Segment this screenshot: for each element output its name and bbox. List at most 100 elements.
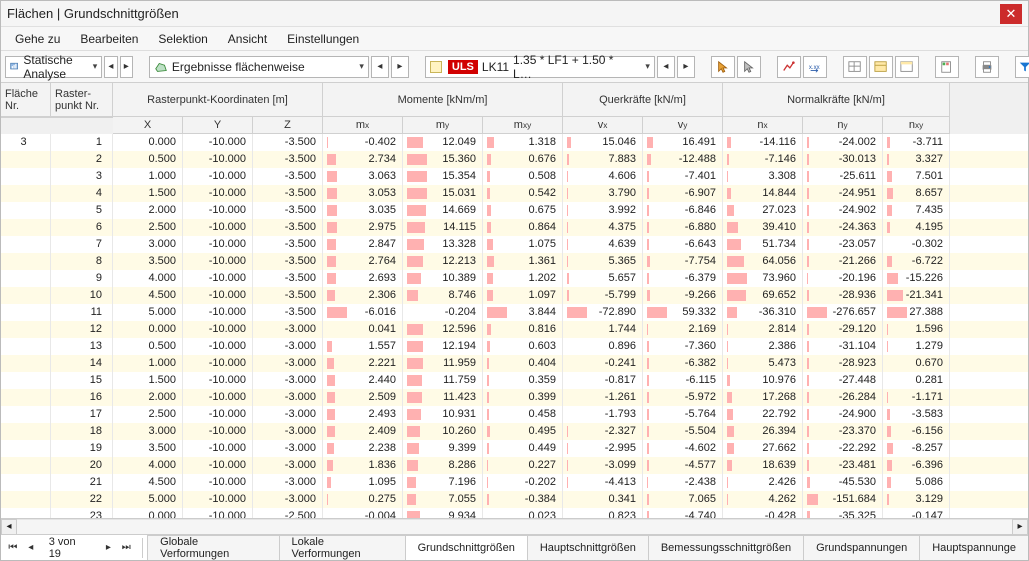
combo-next-button[interactable]: ▸ [677,56,695,78]
cell-x: 3.000 [113,423,183,440]
table-row[interactable]: 20.500-10.000-3.5002.73415.3600.6767.883… [1,151,1028,168]
table-row[interactable]: 62.500-10.000-3.5002.97514.1150.8644.375… [1,219,1028,236]
results-mode-label: Ergebnisse flächenweise [172,60,305,74]
col-mx[interactable]: mx [323,117,403,134]
table-row[interactable]: 94.000-10.000-3.5002.69310.3891.2025.657… [1,270,1028,287]
table-row[interactable]: 41.500-10.000-3.5003.05315.0310.5423.790… [1,185,1028,202]
table-row[interactable]: 73.000-10.000-3.5002.84713.3281.0754.639… [1,236,1028,253]
col-vy[interactable]: vy [643,117,723,134]
table-layout-b-button[interactable] [869,56,893,78]
col-flaeche-nr[interactable]: Fläche Nr. [1,83,51,117]
table-row[interactable]: 172.500-10.000-3.0002.49310.9310.458-1.7… [1,406,1028,423]
scroll-right-button[interactable]: ▸ [1012,519,1028,535]
col-z[interactable]: Z [253,117,323,134]
col-mxy[interactable]: mxy [483,117,563,134]
results-mode-dropdown[interactable]: Ergebnisse flächenweise ▾ [149,56,369,78]
menu-settings[interactable]: Einstellungen [277,29,369,49]
scroll-track[interactable] [17,519,1012,535]
menu-view[interactable]: Ansicht [218,29,277,49]
tab-grundschnittgrößen[interactable]: Grundschnittgrößen [405,535,528,560]
close-button[interactable]: ✕ [1000,4,1022,24]
filter-button[interactable]: ▾ [1015,56,1029,78]
tab-hauptspannunge[interactable]: Hauptspannunge [919,535,1028,560]
analysis-mode-dropdown[interactable]: Statische Analyse ▾ [5,56,102,78]
table-row[interactable]: 162.000-10.000-3.0002.50911.4230.399-1.2… [1,389,1028,406]
cell-mxy: 1.097 [483,287,563,304]
colgroup-raster[interactable]: Rasterpunkt-Koordinaten [m] [113,83,323,117]
pick-tool-button[interactable] [737,56,761,78]
horizontal-scrollbar[interactable]: ◂ ▸ [1,518,1028,534]
cell-my: -0.204 [403,304,483,321]
table-row[interactable]: 52.000-10.000-3.5003.03514.6690.6753.992… [1,202,1028,219]
tab-lokale-verformungen[interactable]: Lokale Verformungen [279,535,406,560]
cell-nx: -14.116 [723,134,803,151]
grid-body[interactable]: 310.000-10.000-3.500-0.40212.0491.31815.… [1,134,1028,518]
combo-prev-button[interactable]: ◂ [657,56,675,78]
col-my[interactable]: my [403,117,483,134]
nav-first-button[interactable]: ⏮ [5,539,21,557]
table-row[interactable]: 104.500-10.000-3.5002.3068.7461.097-5.79… [1,287,1028,304]
nav-last-button[interactable]: ⏭ [118,539,134,557]
table-row[interactable]: 83.500-10.000-3.5002.76412.2131.3615.365… [1,253,1028,270]
tab-hauptschnittgrößen[interactable]: Hauptschnittgrößen [527,535,649,560]
table-row[interactable]: 193.500-10.000-3.0002.2389.3990.449-2.99… [1,440,1028,457]
table-row[interactable]: 31.000-10.000-3.5003.06315.3540.5084.606… [1,168,1028,185]
tab-bemessungsschnittgrößen[interactable]: Bemessungsschnittgrößen [648,535,804,560]
table-row[interactable]: 115.000-10.000-3.500-6.016-0.2043.844-72… [1,304,1028,321]
scroll-left-button[interactable]: ◂ [1,519,17,535]
table-row[interactable]: 230.000-10.000-2.500-0.0049.9340.0230.82… [1,508,1028,518]
cell-raster-nr: 13 [51,338,113,355]
tab-globale-verformungen[interactable]: Globale Verformungen [147,535,279,560]
print-button[interactable] [975,56,999,78]
nav-next-button[interactable]: ▸ [100,539,116,557]
decimals-button[interactable]: x.xx [803,56,827,78]
colgroup-momente[interactable]: Momente [kNm/m] [323,83,563,117]
table-row[interactable]: 225.000-10.000-3.0000.2757.055-0.3840.34… [1,491,1028,508]
cell-mx: 2.409 [323,423,403,440]
cell-x: 1.000 [113,168,183,185]
col-ny[interactable]: ny [803,117,883,134]
colgroup-normalkraefte[interactable]: Normalkräfte [kN/m] [723,83,950,117]
col-nx[interactable]: nx [723,117,803,134]
menu-selection[interactable]: Selektion [148,29,217,49]
load-combo-dropdown[interactable]: ULS LK11 1.35 * LF1 + 1.50 * L… ▾ [425,56,655,78]
cell-z: -3.500 [253,287,323,304]
analysis-next-button[interactable]: ▸ [120,56,133,78]
menu-goto[interactable]: Gehe zu [5,29,70,49]
cell-ny: -24.363 [803,219,883,236]
cell-z: -3.000 [253,491,323,508]
col-y[interactable]: Y [183,117,253,134]
select-tool-button[interactable] [711,56,735,78]
cell-z: -3.000 [253,406,323,423]
graphic-view-button[interactable] [777,56,801,78]
col-vx[interactable]: vx [563,117,643,134]
cell-x: 4.500 [113,287,183,304]
table-row[interactable]: 130.500-10.000-3.0001.55712.1940.6030.89… [1,338,1028,355]
menu-edit[interactable]: Bearbeiten [70,29,148,49]
results-prev-button[interactable]: ◂ [371,56,389,78]
results-next-button[interactable]: ▸ [391,56,409,78]
cell-my: 8.286 [403,457,483,474]
table-layout-a-button[interactable] [843,56,867,78]
export-button[interactable] [935,56,959,78]
table-row[interactable]: 151.500-10.000-3.0002.44011.7590.359-0.8… [1,372,1028,389]
tab-grundspannungen[interactable]: Grundspannungen [803,535,920,560]
table-row[interactable]: 214.500-10.000-3.0001.0957.196-0.202-4.4… [1,474,1028,491]
cell-nx: 64.056 [723,253,803,270]
cell-vx: 7.883 [563,151,643,168]
table-row[interactable]: 310.000-10.000-3.500-0.40212.0491.31815.… [1,134,1028,151]
table-row[interactable]: 204.000-10.000-3.0001.8368.2860.227-3.09… [1,457,1028,474]
table-row[interactable]: 141.000-10.000-3.0002.22111.9590.404-0.2… [1,355,1028,372]
col-raster-nr[interactable]: Raster- punkt Nr. [51,83,113,117]
table-layout-c-button[interactable] [895,56,919,78]
col-x[interactable]: X [113,117,183,134]
analysis-prev-button[interactable]: ◂ [104,56,117,78]
table-row[interactable]: 120.000-10.000-3.0000.04112.5960.8161.74… [1,321,1028,338]
nav-prev-button[interactable]: ◂ [23,539,39,557]
colgroup-querkraefte[interactable]: Querkräfte [kN/m] [563,83,723,117]
cell-ny: -24.902 [803,202,883,219]
col-nxy[interactable]: nxy [883,117,950,134]
cell-x: 1.500 [113,372,183,389]
table-row[interactable]: 183.000-10.000-3.0002.40910.2600.495-2.3… [1,423,1028,440]
cell-raster-nr: 21 [51,474,113,491]
